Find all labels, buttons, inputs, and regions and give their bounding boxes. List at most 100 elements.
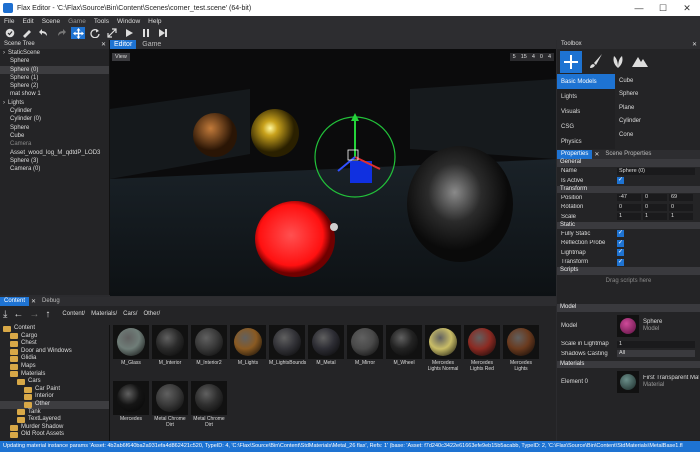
breadcrumb-other[interactable]: Other/	[143, 311, 160, 317]
folder-item[interactable]: Materials	[0, 371, 109, 379]
section-transform[interactable]: Transform	[557, 185, 700, 193]
folder-item[interactable]: Other	[0, 400, 109, 409]
toolbox-item-sphere[interactable]: Sphere	[615, 88, 700, 102]
scene-tree-item[interactable]: Sphere (1)	[0, 74, 109, 82]
toolbox-item-plane[interactable]: Plane	[615, 101, 700, 115]
folder-item[interactable]: Murder Shadow	[0, 424, 109, 432]
tab-toolbox[interactable]: Toolbox	[557, 40, 586, 49]
play-icon[interactable]	[122, 27, 136, 39]
asset-item[interactable]: Metal Chrome Dirt	[191, 381, 227, 428]
rotate-gizmo-icon[interactable]	[88, 27, 102, 39]
menu-help[interactable]: Help	[144, 18, 165, 25]
tab-editor[interactable]: Editor	[110, 40, 137, 49]
scene-tree-item[interactable]: Asset_wood_log_M_qdtdP_LOD3	[0, 149, 109, 157]
scale-y[interactable]: 1	[643, 213, 667, 221]
category-lights[interactable]: Lights	[557, 89, 615, 104]
menu-file[interactable]: File	[0, 18, 18, 25]
menu-tools[interactable]: Tools	[90, 18, 113, 25]
folder-item[interactable]: Tank	[0, 409, 109, 417]
folder-item[interactable]: Interior	[0, 393, 109, 401]
overlay-value-c[interactable]: 4	[532, 54, 535, 60]
scene-tree-item[interactable]: Camera	[0, 140, 109, 148]
category-csg[interactable]: CSG	[557, 119, 615, 134]
position-y[interactable]: 0	[643, 194, 667, 202]
scene-tree-item[interactable]: mat show 1	[0, 90, 109, 98]
folder-item[interactable]: Glidia	[0, 355, 109, 363]
category-visuals[interactable]: Visuals	[557, 104, 615, 119]
tab-scene-tree[interactable]: Scene Tree	[0, 40, 39, 49]
section-general[interactable]: General	[557, 159, 700, 167]
undo-icon[interactable]	[37, 27, 51, 39]
flag-checkbox[interactable]: ✓	[617, 258, 624, 266]
asset-item[interactable]: M_Metal	[308, 325, 344, 366]
folder-item[interactable]: Content	[0, 325, 109, 333]
folder-item[interactable]: Chest	[0, 340, 109, 348]
editor-viewport[interactable]: View 5 15 4 0 4	[110, 49, 556, 296]
terrain-icon[interactable]	[632, 53, 648, 71]
asset-item[interactable]: M_Lights	[230, 325, 266, 366]
asset-item[interactable]: M_Interior2	[191, 325, 227, 366]
asset-item[interactable]: M_Glass	[113, 325, 149, 366]
close-icon[interactable]: ✕	[29, 298, 38, 305]
is-active-checkbox[interactable]: ✓	[617, 177, 624, 185]
folder-item[interactable]: Cargo	[0, 333, 109, 341]
toolbox-item-cube[interactable]: Cube	[615, 74, 700, 88]
asset-item[interactable]: M_Mirror	[347, 325, 383, 366]
asset-item[interactable]: Mercedes Lights Normal	[425, 325, 461, 372]
minimize-button[interactable]: —	[628, 0, 650, 16]
expand-arrow-icon[interactable]: ›	[3, 50, 5, 56]
asset-item[interactable]: Mercedes Lights	[503, 325, 539, 372]
toolbox-item-cylinder[interactable]: Cylinder	[615, 115, 700, 129]
drag-scripts-hint[interactable]: Drag scripts here	[557, 275, 700, 284]
toolbox-item-cone[interactable]: Cone	[615, 128, 700, 142]
plus-icon[interactable]	[560, 50, 582, 73]
scene-tree-item[interactable]: Sphere (3)	[0, 157, 109, 165]
breadcrumb-content[interactable]: Content/	[62, 311, 85, 317]
position-x[interactable]: -47	[617, 194, 641, 202]
close-icon[interactable]: ✕	[592, 151, 601, 158]
view-button[interactable]: View	[112, 53, 130, 61]
flag-checkbox[interactable]: ✓	[617, 239, 624, 247]
close-icon[interactable]: ✕	[101, 41, 109, 48]
breadcrumb-cars[interactable]: Cars/	[123, 311, 137, 317]
scale-lightmap-input[interactable]: 1	[617, 340, 695, 348]
overlay-value-b[interactable]: 15	[521, 54, 527, 60]
section-scripts[interactable]: Scripts	[557, 267, 700, 275]
save-all-icon[interactable]	[3, 27, 17, 39]
asset-item[interactable]: M_Interior	[152, 325, 188, 366]
scene-tree-item[interactable]: Cylinder (0)	[0, 115, 109, 123]
scene-tree-item[interactable]: Camera (0)	[0, 165, 109, 173]
asset-item[interactable]: Mercedes	[113, 381, 149, 422]
redo-icon[interactable]	[54, 27, 68, 39]
scene-tree-item[interactable]: Sphere	[0, 124, 109, 132]
up-arrow-icon[interactable]: ↑	[45, 309, 50, 320]
tab-debug[interactable]: Debug	[38, 297, 64, 306]
asset-item[interactable]: M_LightsBounds	[269, 325, 306, 366]
section-static[interactable]: Static	[557, 221, 700, 229]
folder-item[interactable]: Cars	[0, 378, 109, 386]
overlay-value-e[interactable]: 4	[548, 54, 551, 60]
shadows-dropdown[interactable]: All	[617, 350, 695, 358]
import-icon[interactable]: ⤓	[3, 309, 7, 320]
brush-icon[interactable]	[588, 53, 604, 71]
category-physics[interactable]: Physics	[557, 134, 615, 149]
back-arrow-icon[interactable]: ←	[13, 309, 23, 320]
translate-gizmo-icon[interactable]	[71, 27, 85, 39]
model-thumbnail[interactable]	[617, 314, 639, 337]
asset-item[interactable]: Metal Chrome Dirt	[152, 381, 188, 428]
maximize-button[interactable]: ☐	[652, 0, 674, 16]
expand-arrow-icon[interactable]: ›	[3, 100, 5, 106]
folder-item[interactable]: TextLayered	[0, 416, 109, 424]
scene-tree-item[interactable]: Sphere (0)	[0, 65, 109, 74]
menu-window[interactable]: Window	[113, 18, 144, 25]
overlay-value-a[interactable]: 5	[513, 54, 516, 60]
rotation-z[interactable]: 0	[669, 203, 693, 211]
breadcrumb-materials[interactable]: Materials/	[91, 311, 117, 317]
folder-item[interactable]: Car Paint	[0, 386, 109, 394]
folder-item[interactable]: Maps	[0, 363, 109, 371]
step-icon[interactable]	[156, 27, 170, 39]
scene-tree-item[interactable]: Cube	[0, 132, 109, 140]
tab-content[interactable]: Content	[0, 297, 30, 306]
folder-item[interactable]: Door and Windows	[0, 348, 109, 356]
pause-icon[interactable]	[139, 27, 153, 39]
